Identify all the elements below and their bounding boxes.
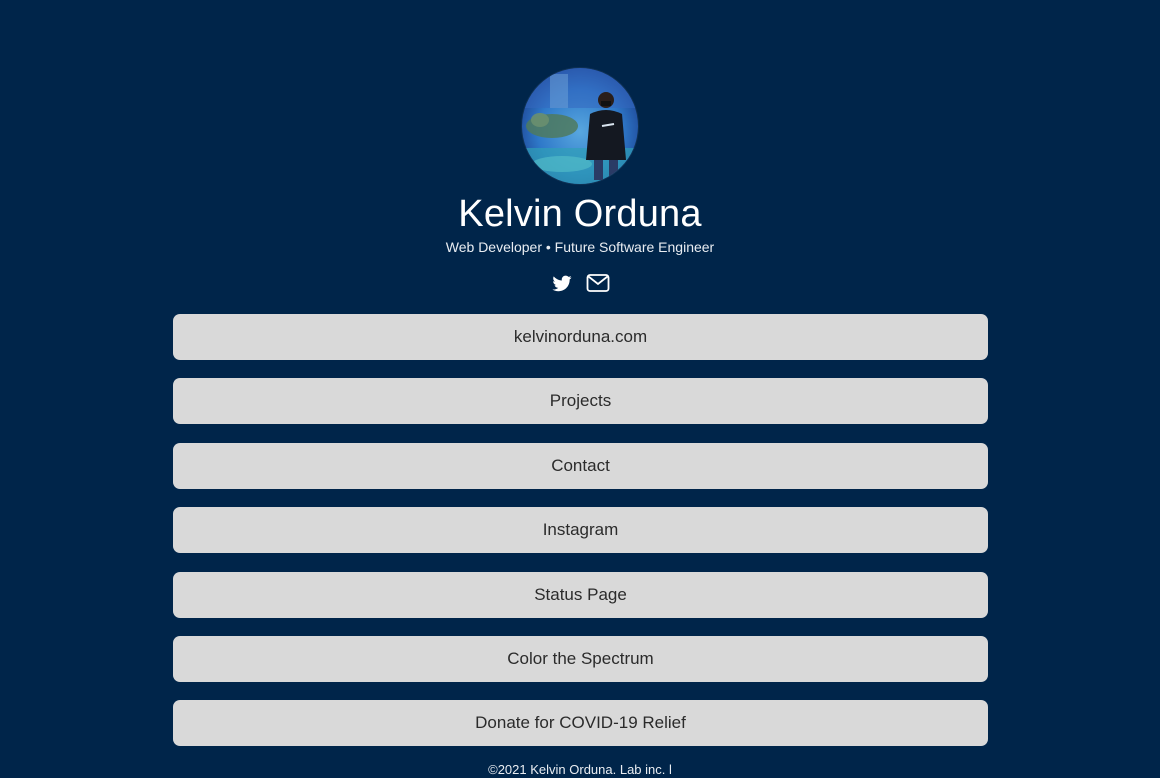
twitter-icon[interactable] [550,271,574,295]
link-instagram[interactable]: Instagram [173,507,988,554]
link-website[interactable]: kelvinorduna.com [173,314,988,360]
link-status-page[interactable]: Status Page [173,571,988,618]
link-contact[interactable]: Contact [173,442,988,489]
link-list: kelvinorduna.com Projects Contact Instag… [173,314,988,765]
link-color-the-spectrum[interactable]: Color the Spectrum [173,635,988,682]
link-page: Kelvin Orduna Web Developer • Future Sof… [0,0,1160,777]
avatar [522,68,638,184]
link-donate-covid[interactable]: Donate for COVID-19 Relief [173,700,988,747]
profile-tagline: Web Developer • Future Software Engineer [445,239,715,255]
mail-icon[interactable] [586,271,610,295]
social-links [0,271,1160,295]
link-projects[interactable]: Projects [173,378,988,425]
footer-copyright: ©2021 Kelvin Orduna. Lab inc. l [488,762,672,777]
profile-name: Kelvin Orduna [458,193,702,235]
avatar-photo [522,68,638,184]
